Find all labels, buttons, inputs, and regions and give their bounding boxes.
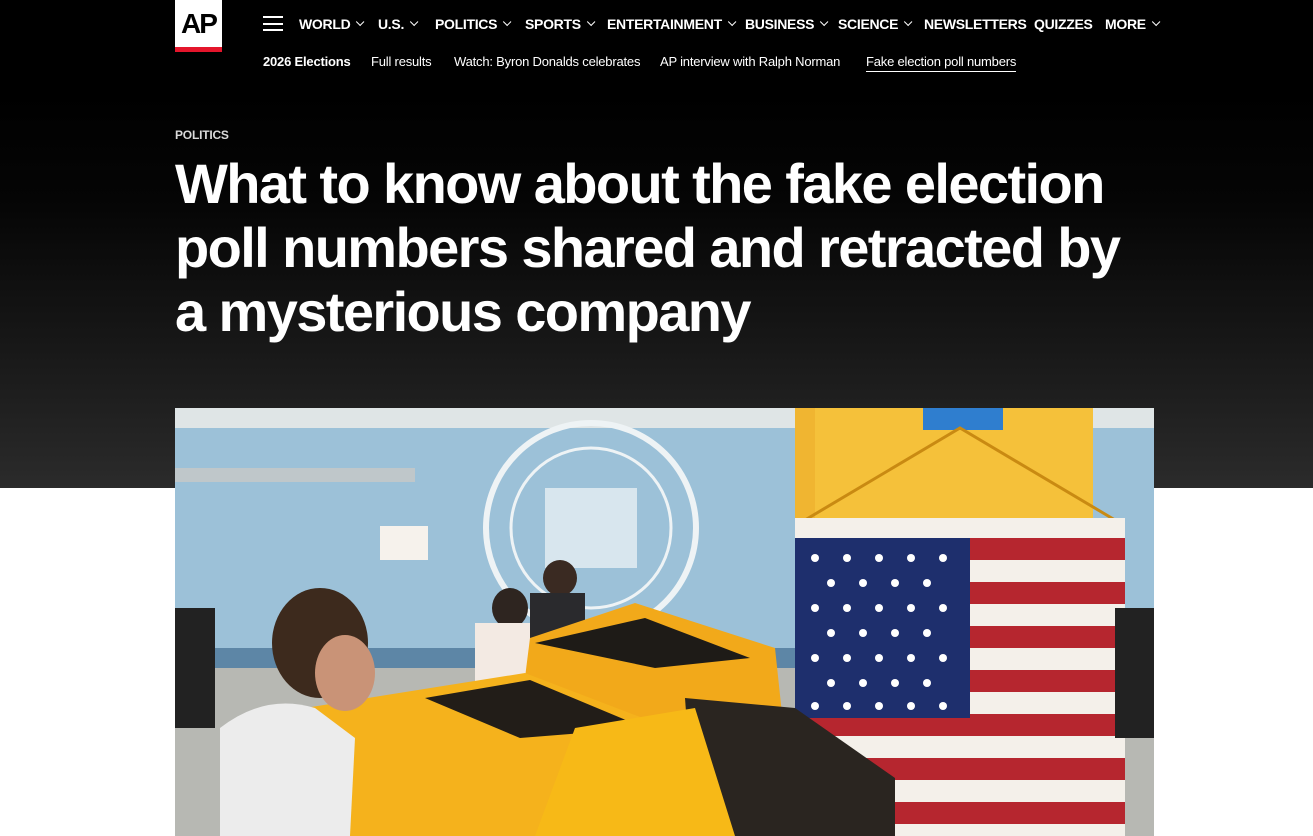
subnav-ralph-norman[interactable]: AP interview with Ralph Norman bbox=[660, 54, 840, 72]
section-label[interactable]: POLITICS bbox=[175, 128, 229, 142]
hamburger-menu-icon[interactable] bbox=[263, 16, 283, 31]
nav-politics[interactable]: POLITICS bbox=[435, 14, 512, 34]
nav-us[interactable]: U.S. bbox=[378, 14, 419, 34]
nav-world[interactable]: WORLD bbox=[299, 14, 365, 34]
nav-business[interactable]: BUSINESS bbox=[745, 14, 829, 34]
nav-newsletters[interactable]: NEWSLETTERS bbox=[924, 14, 1027, 34]
nav-entertainment[interactable]: ENTERTAINMENT bbox=[607, 14, 737, 34]
nav-quizzes[interactable]: QUIZZES bbox=[1034, 14, 1093, 34]
ap-logo[interactable]: AP bbox=[175, 0, 222, 52]
nav-more[interactable]: MORE bbox=[1105, 14, 1161, 34]
subnav-2026-elections[interactable]: 2026 Elections bbox=[263, 54, 351, 72]
hero-image bbox=[175, 408, 1154, 836]
subnav-full-results[interactable]: Full results bbox=[371, 54, 432, 72]
article-headline: What to know about the fake election pol… bbox=[175, 152, 1121, 343]
subnav-byron-donalds[interactable]: Watch: Byron Donalds celebrates bbox=[454, 54, 640, 72]
nav-sports[interactable]: SPORTS bbox=[525, 14, 596, 34]
nav-science[interactable]: SCIENCE bbox=[838, 14, 913, 34]
subnav-fake-poll-numbers[interactable]: Fake election poll numbers bbox=[866, 54, 1016, 72]
